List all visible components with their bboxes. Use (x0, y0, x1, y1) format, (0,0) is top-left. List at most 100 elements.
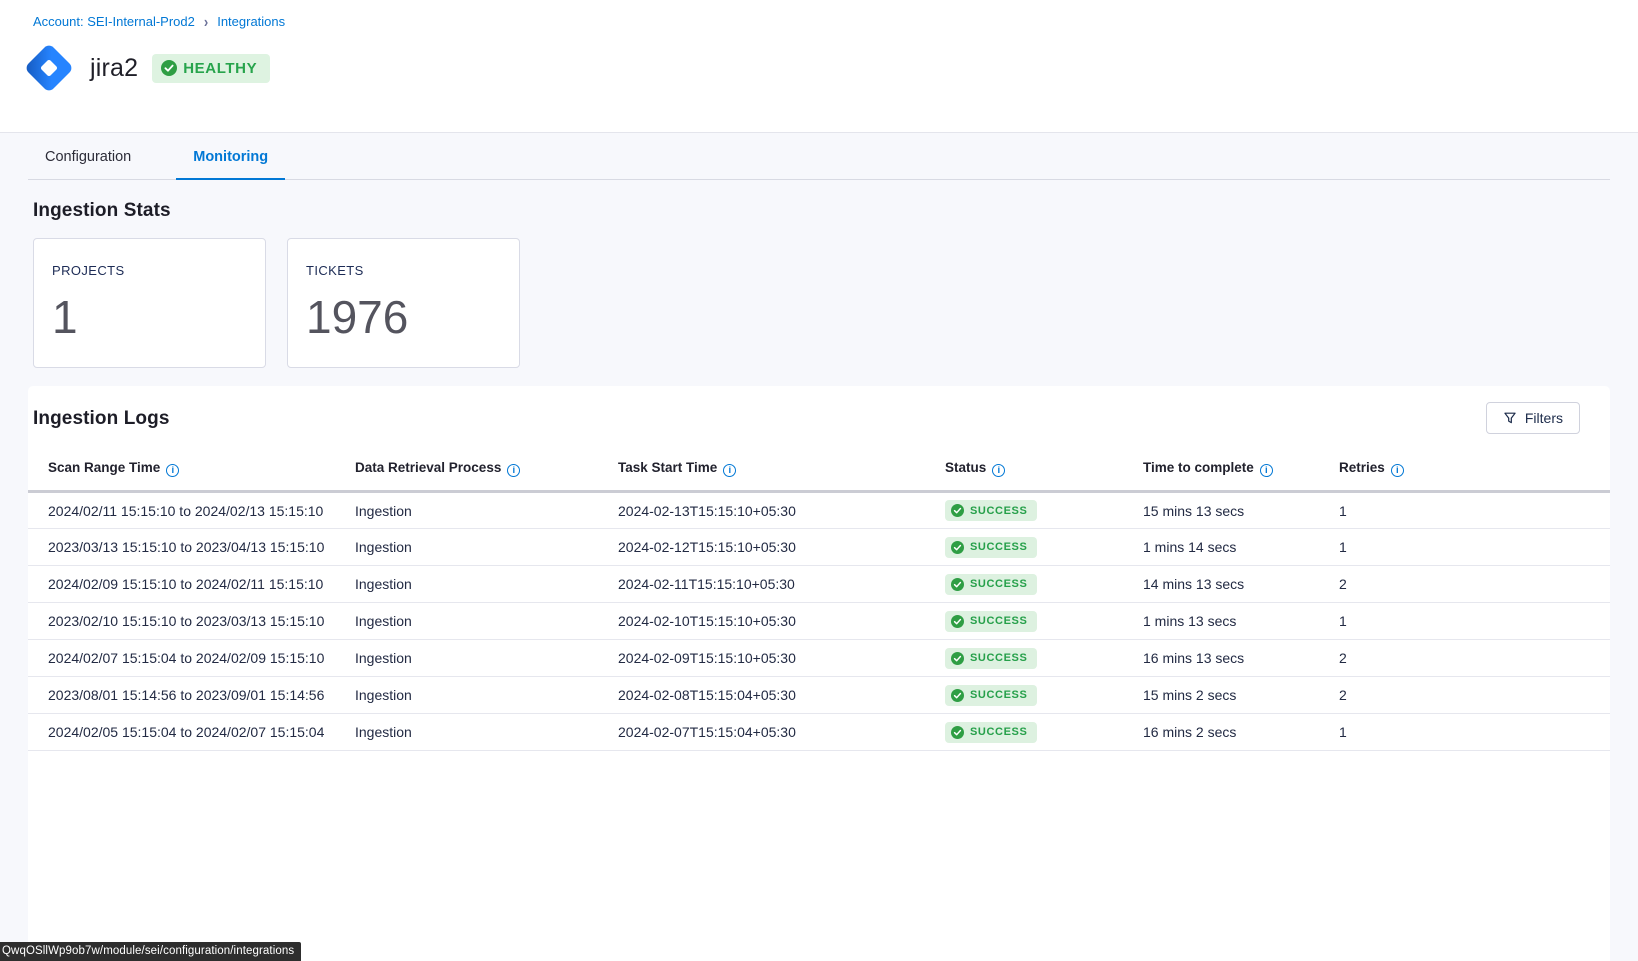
column-header-status: Statusi (945, 460, 1143, 492)
cell-data-retrieval-process: Ingestion (355, 566, 618, 603)
info-icon[interactable]: i (1260, 464, 1273, 477)
cell-status: SUCCESS (945, 529, 1143, 566)
cell-status: SUCCESS (945, 566, 1143, 603)
breadcrumb-account-link[interactable]: Account: SEI-Internal-Prod2 (33, 14, 195, 29)
cell-task-start-time: 2024-02-13T15:15:10+05:30 (618, 492, 945, 529)
table-row: 2024/02/09 15:15:10 to 2024/02/11 15:15:… (28, 566, 1610, 603)
table-header-row: Scan Range Time i Data Retrieval Process i… (28, 460, 1610, 492)
cell-scan-range-time: 2023/08/01 15:14:56 to 2023/09/01 15:14:… (28, 677, 355, 714)
cell-scan-range-time: 2023/02/10 15:15:10 to 2023/03/13 15:15:… (28, 603, 355, 640)
stat-cards-row: PROJECTS 1 TICKETS 1976 (33, 238, 1610, 368)
cell-task-start-time: 2024-02-10T15:15:10+05:30 (618, 603, 945, 640)
table-row: 2024/02/07 15:15:04 to 2024/02/09 15:15:… (28, 640, 1610, 677)
cell-time-to-complete: 1 mins 14 secs (1143, 529, 1339, 566)
status-badge: SUCCESS (945, 611, 1037, 632)
cell-status: SUCCESS (945, 603, 1143, 640)
status-badge: SUCCESS (945, 648, 1037, 669)
table-row: 2023/03/13 15:15:10 to 2023/04/13 15:15:… (28, 529, 1610, 566)
table-row: 2023/08/01 15:14:56 to 2023/09/01 15:14:… (28, 677, 1610, 714)
status-label: SUCCESS (970, 652, 1027, 664)
status-label: SUCCESS (970, 689, 1027, 701)
table-row: 2024/02/05 15:15:04 to 2024/02/07 15:15:… (28, 714, 1610, 751)
cell-data-retrieval-process: Ingestion (355, 640, 618, 677)
stat-card-tickets: TICKETS 1976 (287, 238, 520, 368)
cell-time-to-complete: 1 mins 13 secs (1143, 603, 1339, 640)
cell-task-start-time: 2024-02-11T15:15:10+05:30 (618, 566, 945, 603)
cell-data-retrieval-process: Ingestion (355, 677, 618, 714)
link-preview-statusbar: QwqOSllWp9ob7w/module/sei/configuration/… (0, 942, 301, 961)
status-badge: SUCCESS (945, 574, 1037, 595)
cell-task-start-time: 2024-02-09T15:15:10+05:30 (618, 640, 945, 677)
cell-scan-range-time: 2024/02/07 15:15:04 to 2024/02/09 15:15:… (28, 640, 355, 677)
info-icon[interactable]: i (723, 464, 736, 477)
cell-retries: 2 (1339, 677, 1610, 714)
check-circle-icon (161, 60, 177, 76)
column-label: Status (945, 460, 986, 475)
column-label: Scan Range Time (48, 460, 160, 475)
cell-scan-range-time: 2023/03/13 15:15:10 to 2023/04/13 15:15:… (28, 529, 355, 566)
status-badge: SUCCESS (945, 722, 1037, 743)
cell-status: SUCCESS (945, 492, 1143, 529)
cell-status: SUCCESS (945, 677, 1143, 714)
ingestion-stats-section: Ingestion Stats PROJECTS 1 TICKETS 1976 (0, 180, 1638, 368)
cell-retries: 2 (1339, 640, 1610, 677)
stat-label: PROJECTS (52, 263, 247, 278)
health-status-badge: HEALTHY (152, 54, 270, 83)
ingestion-logs-panel: Ingestion Logs Filters Scan Range Time i … (28, 386, 1610, 961)
cell-data-retrieval-process: Ingestion (355, 492, 618, 529)
column-label: Retries (1339, 460, 1385, 475)
stat-value: 1 (52, 290, 247, 344)
column-label: Data Retrieval Process (355, 460, 501, 475)
column-header-data-retrieval-process: Data Retrieval Process i (355, 460, 618, 492)
health-status-label: HEALTHY (183, 60, 257, 77)
table-row: 2024/02/11 15:15:10 to 2024/02/13 15:15:… (28, 492, 1610, 529)
status-badge: SUCCESS (945, 537, 1037, 558)
cell-status: SUCCESS (945, 640, 1143, 677)
cell-scan-range-time: 2024/02/11 15:15:10 to 2024/02/13 15:15:… (28, 492, 355, 529)
cell-retries: 1 (1339, 603, 1610, 640)
cell-time-to-complete: 15 mins 13 secs (1143, 492, 1339, 529)
tab-configuration[interactable]: Configuration (28, 136, 148, 180)
ingestion-logs-header: Ingestion Logs Filters (28, 402, 1610, 434)
status-label: SUCCESS (970, 541, 1027, 553)
cell-retries: 1 (1339, 492, 1610, 529)
breadcrumb-chevron-icon: › (204, 13, 208, 31)
check-circle-icon (951, 726, 964, 739)
column-label: Task Start Time (618, 460, 717, 475)
cell-time-to-complete: 16 mins 2 secs (1143, 714, 1339, 751)
stat-card-projects: PROJECTS 1 (33, 238, 266, 368)
column-header-retries: Retries i (1339, 460, 1610, 492)
cell-task-start-time: 2024-02-07T15:15:04+05:30 (618, 714, 945, 751)
ingestion-logs-tbody: 2024/02/11 15:15:10 to 2024/02/13 15:15:… (28, 492, 1610, 751)
info-icon[interactable]: i (1391, 464, 1404, 477)
check-circle-icon (951, 652, 964, 665)
tab-bar: Configuration Monitoring (28, 133, 1610, 180)
integration-monitoring-page: Account: SEI-Internal-Prod2 › Integratio… (0, 0, 1638, 961)
cell-data-retrieval-process: Ingestion (355, 603, 618, 640)
title-row: jira2 HEALTHY (20, 39, 1610, 97)
jira-logo-icon (20, 39, 78, 97)
ingestion-logs-table: Scan Range Time i Data Retrieval Process i… (28, 460, 1610, 751)
check-circle-icon (951, 615, 964, 628)
stat-value: 1976 (306, 290, 501, 344)
cell-data-retrieval-process: Ingestion (355, 714, 618, 751)
funnel-icon (1503, 411, 1517, 425)
ingestion-stats-heading: Ingestion Stats (33, 200, 1610, 222)
status-badge: SUCCESS (945, 500, 1037, 521)
check-circle-icon (951, 504, 964, 517)
cell-retries: 1 (1339, 529, 1610, 566)
filters-button[interactable]: Filters (1486, 402, 1580, 434)
check-circle-icon (951, 689, 964, 702)
info-icon[interactable]: i (507, 464, 520, 477)
cell-task-start-time: 2024-02-12T15:15:10+05:30 (618, 529, 945, 566)
cell-status: SUCCESS (945, 714, 1143, 751)
tab-monitoring[interactable]: Monitoring (176, 136, 285, 180)
breadcrumb: Account: SEI-Internal-Prod2 › Integratio… (33, 14, 1610, 29)
info-icon[interactable]: i (992, 464, 1005, 477)
status-label: SUCCESS (970, 578, 1027, 590)
info-icon[interactable]: i (166, 464, 179, 477)
column-header-time-to-complete: Time to completei (1143, 460, 1339, 492)
status-label: SUCCESS (970, 505, 1027, 517)
breadcrumb-integrations-link[interactable]: Integrations (217, 14, 285, 29)
stat-label: TICKETS (306, 263, 501, 278)
